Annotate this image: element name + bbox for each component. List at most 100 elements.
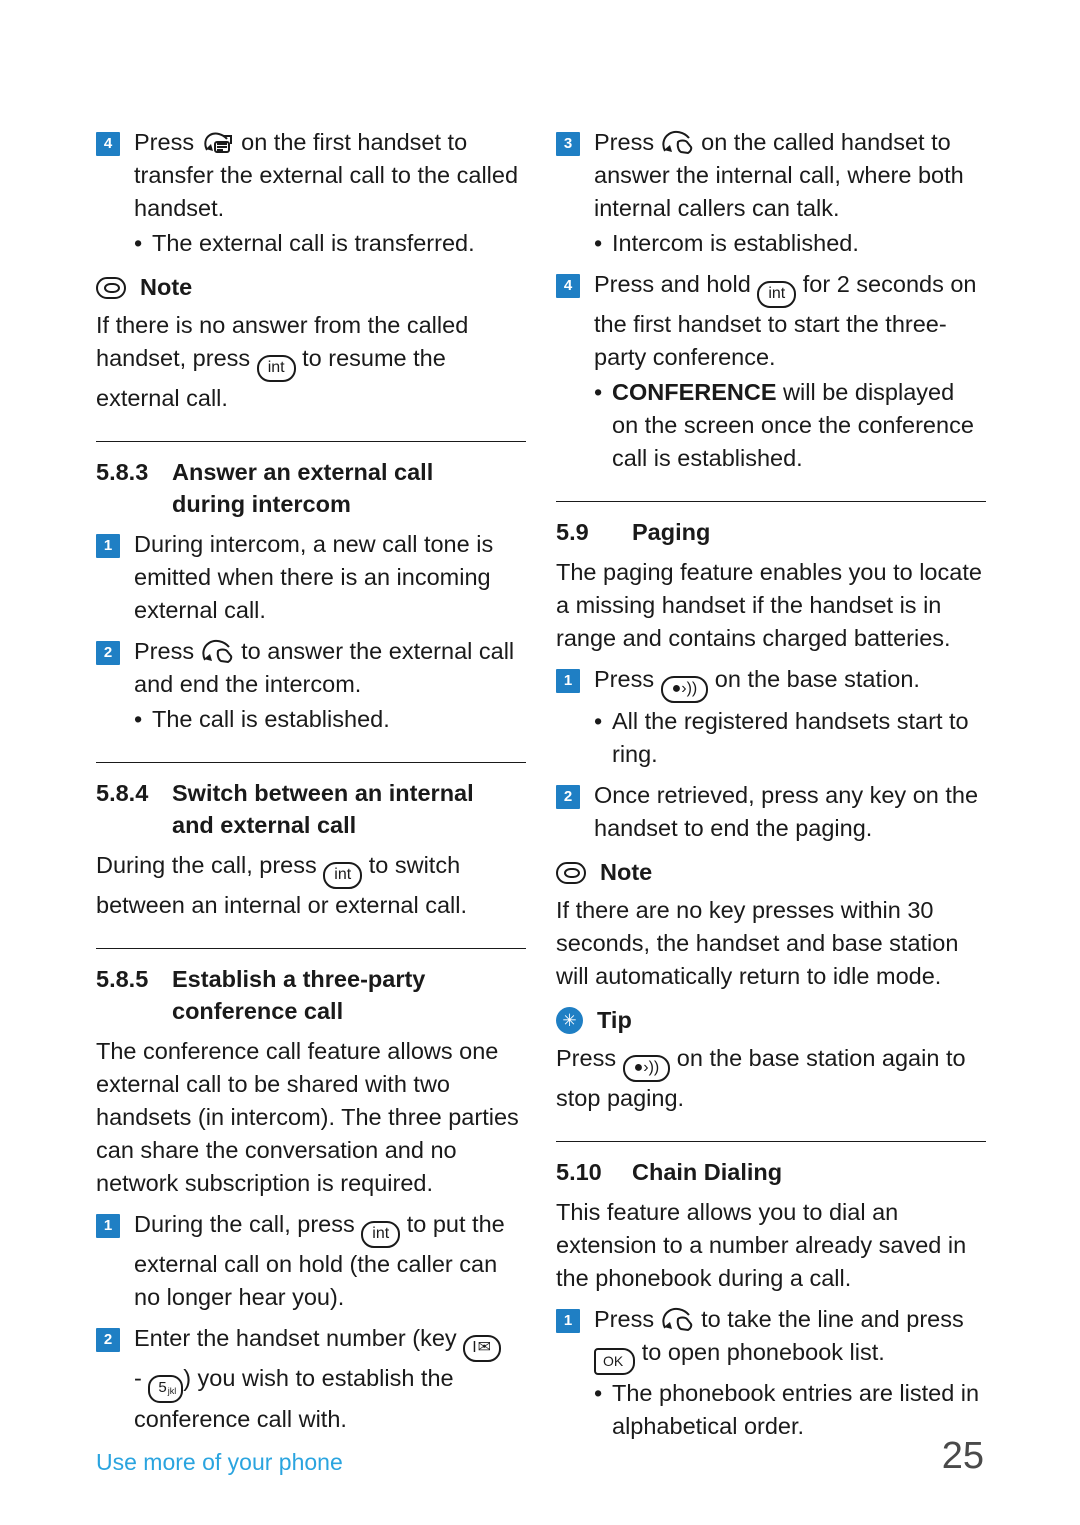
bullet-text: All the registered handsets start to rin…	[612, 708, 969, 767]
transfer-call-icon	[201, 130, 235, 156]
list-item: 4 Press on the first handset to transfer…	[96, 126, 526, 225]
paging-key-icon: ●›))	[660, 676, 709, 703]
note-body: If there are no key presses within 30 se…	[556, 897, 959, 989]
int-key-icon: int	[757, 281, 797, 308]
number-key-letters: jkl	[167, 1386, 177, 1396]
step-text: During the call, press int to put the ex…	[134, 1208, 526, 1314]
list-item: 1 Press to take the line and press OK to…	[556, 1303, 986, 1375]
left-column: 4 Press on the first handset to transfer…	[96, 118, 526, 1436]
right-column: 3 Press on the called handset to answer …	[556, 118, 986, 1443]
list-item: • The external call is transferred.	[96, 227, 526, 260]
section-title: Establish a three-party conference call	[172, 963, 526, 1027]
divider	[556, 1141, 986, 1142]
note-icon	[556, 861, 586, 884]
step-number: 2	[96, 641, 120, 665]
answer-call-icon	[661, 1307, 695, 1333]
bullet-dot: •	[594, 708, 603, 734]
footer-label: Use more of your phone	[96, 1449, 343, 1475]
section-title-line1: Switch between an internal	[172, 780, 474, 806]
section-heading-585: 5.8.5 Establish a three-party conference …	[96, 963, 526, 1027]
tip-icon	[556, 1007, 583, 1034]
section-title: Chain Dialing	[632, 1159, 783, 1185]
paging-key-icon: ●›))	[622, 1055, 671, 1082]
step-text-middle: -	[134, 1365, 142, 1391]
step-number: 1	[96, 1214, 120, 1238]
bullet-dot: •	[134, 230, 143, 256]
step-number: 4	[556, 274, 580, 298]
int-key-icon: int	[361, 1221, 401, 1248]
divider	[96, 762, 526, 763]
bullet-text: The external call is transferred.	[152, 230, 475, 256]
step-text-after: to open phonebook list.	[641, 1339, 885, 1365]
step-text-before: Press and hold	[594, 271, 751, 297]
msg-key-icon: I✉	[463, 1335, 502, 1362]
step-text: Press to take the line and press OK to o…	[594, 1303, 986, 1375]
step-text: During intercom, a new call tone is emit…	[134, 531, 494, 623]
paragraph-584: During the call, press int to switch bet…	[96, 849, 526, 922]
step-text: Once retrieved, press any key on the han…	[594, 782, 979, 841]
step-text: Press to answer the external call and en…	[134, 635, 526, 701]
section-heading-583: 5.8.3 Answer an external call during inte…	[96, 456, 526, 520]
step-text-middle: to take the line and press	[701, 1306, 964, 1332]
step-number: 1	[96, 534, 120, 558]
answer-call-icon	[201, 639, 235, 665]
list-item: • The call is established.	[96, 703, 526, 736]
step-number: 3	[556, 132, 580, 156]
step-number: 2	[96, 1328, 120, 1352]
list-item: • All the registered handsets start to r…	[556, 705, 986, 771]
step-text: Press ●›)) on the base station.	[594, 663, 920, 703]
section-title-line2: and external call	[172, 812, 357, 838]
step-number: 2	[556, 785, 580, 809]
divider	[556, 501, 986, 502]
step-text-before: Press	[594, 666, 655, 692]
section-title: Switch between an internal and external c…	[172, 777, 526, 841]
list-item: 1 During intercom, a new call tone is em…	[96, 528, 526, 627]
section-number: 5.10	[556, 1159, 602, 1185]
list-item: 1 During the call, press int to put the …	[96, 1208, 526, 1314]
number-key-digit: 5	[158, 1379, 167, 1396]
list-item: 2 Enter the handset number (key I✉ - 5jk…	[96, 1322, 526, 1436]
paragraph-59: The paging feature enables you to locate…	[556, 559, 982, 651]
step-text-before: Enter the handset number (key	[134, 1325, 457, 1351]
bullet-dot: •	[594, 230, 603, 256]
step-number: 1	[556, 1309, 580, 1333]
list-item: 2 Once retrieved, press any key on the h…	[556, 779, 986, 845]
bullet-text: CONFERENCE will be displayed on the scre…	[612, 376, 986, 475]
step-text-before: During the call, press	[134, 1211, 355, 1237]
tip-text-after: on the base station again to stop paging…	[556, 1045, 966, 1111]
step-text-before: Press	[134, 638, 195, 664]
section-heading-510: 5.10 Chain Dialing	[556, 1156, 986, 1188]
section-title-line1: Establish a three-party	[172, 966, 426, 992]
section-title: Answer an external call during intercom	[172, 456, 526, 520]
list-item: • Intercom is established.	[556, 227, 986, 260]
step-text-after: ) you wish to establish the conference c…	[134, 1365, 454, 1432]
section-heading-59: 5.9 Paging	[556, 516, 986, 548]
conference-label: CONFERENCE	[612, 379, 777, 405]
list-item: 1 Press ●›)) on the base station.	[556, 663, 986, 703]
section-number: 5.8.3	[96, 459, 149, 485]
manual-page: 4 Press on the first handset to transfer…	[0, 0, 1080, 1525]
paragraph-510: This feature allows you to dial an exten…	[556, 1199, 967, 1291]
step-text: Press on the first handset to transfer t…	[134, 126, 526, 225]
step-text-before: Press	[134, 129, 195, 155]
bullet-dot: •	[134, 706, 143, 732]
note-header: Note	[96, 274, 526, 301]
note-body: If there is no answer from the called ha…	[96, 309, 526, 415]
paragraph-text-before: During the call, press	[96, 852, 317, 878]
bullet-text: The call is established.	[152, 706, 390, 732]
step-text: Enter the handset number (key I✉ - 5jkl)…	[134, 1322, 526, 1436]
step-text: Press and hold int for 2 seconds on the …	[594, 268, 986, 374]
section-title-line2: conference call	[172, 998, 344, 1024]
number-key-5-icon: 5jkl	[148, 1375, 184, 1403]
step-number: 4	[96, 132, 120, 156]
note-header: Note	[556, 859, 986, 886]
divider	[96, 948, 526, 949]
int-key-icon: int	[323, 862, 363, 889]
bullet-dot: •	[594, 1380, 603, 1406]
note-label: Note	[140, 274, 193, 300]
step-text-before: Press	[594, 1306, 655, 1332]
list-item: • The phonebook entries are listed in al…	[556, 1377, 986, 1443]
tip-header: Tip	[556, 1007, 986, 1034]
section-title-line2: during intercom	[172, 491, 351, 517]
tip-body: Press ●›)) on the base station again to …	[556, 1042, 986, 1115]
